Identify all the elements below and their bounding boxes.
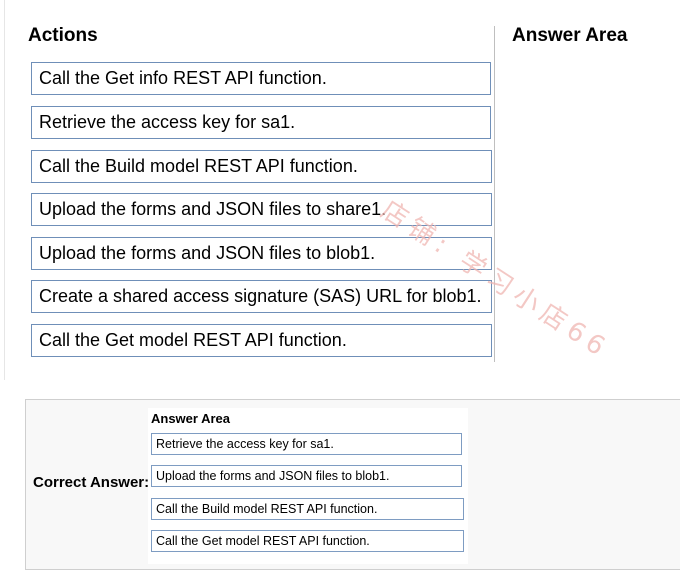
action-upload-blob1[interactable]: Upload the forms and JSON files to blob1… [31,237,492,270]
action-retrieve-access-key[interactable]: Retrieve the access key for sa1. [31,106,491,139]
actions-heading: Actions [28,25,98,46]
action-call-get-model[interactable]: Call the Get model REST API function. [31,324,492,357]
answer-area-heading: Answer Area [512,25,628,46]
answer-step-4: Call the Get model REST API function. [151,530,464,552]
action-get-info[interactable]: Call the Get info REST API function. [31,62,491,95]
action-upload-share1[interactable]: Upload the forms and JSON files to share… [31,193,492,226]
correct-answer-section: Correct Answer: Answer Area Retrieve the… [25,399,680,570]
action-create-sas-url[interactable]: Create a shared access signature (SAS) U… [31,280,492,313]
column-divider [494,26,495,362]
action-call-build-model[interactable]: Call the Build model REST API function. [31,150,492,183]
correct-answer-area-title: Answer Area [151,411,230,426]
correct-answer-label: Correct Answer: [33,474,150,491]
question-panel [4,0,680,380]
answer-step-2: Upload the forms and JSON files to blob1… [151,465,462,487]
correct-answer-area: Answer Area Retrieve the access key for … [148,408,468,564]
answer-step-3: Call the Build model REST API function. [151,498,464,520]
answer-step-1: Retrieve the access key for sa1. [151,433,462,455]
